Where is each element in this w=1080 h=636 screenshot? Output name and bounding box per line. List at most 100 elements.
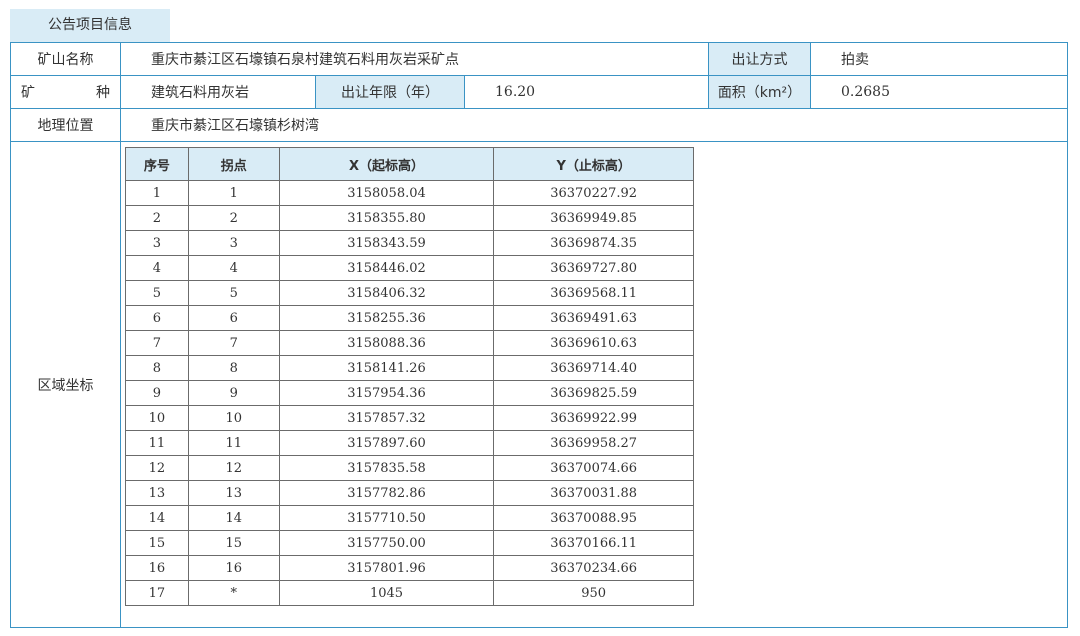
- cell-x: 3158446.02: [278, 255, 495, 281]
- cell-x: 3158255.36: [278, 305, 495, 331]
- table-row: 2 2 3158355.80 36369949.85: [125, 205, 694, 231]
- cell-x: 3157897.60: [278, 430, 495, 456]
- cell-y: 950: [493, 580, 694, 606]
- table-row: 8 8 3158141.26 36369714.40: [125, 355, 694, 381]
- term-label: 出让年限（年）: [316, 76, 464, 108]
- table-row: 12 12 3157835.58 36370074.66: [125, 455, 694, 481]
- cell-x: 3158343.59: [278, 230, 495, 256]
- cell-index: 17: [125, 580, 189, 606]
- cell-point: 5: [187, 280, 280, 306]
- tab-project-info[interactable]: 公告项目信息: [10, 9, 170, 42]
- header-point: 拐点: [187, 147, 280, 181]
- cell-y: 36370031.88: [493, 480, 694, 506]
- cell-y: 36369610.63: [493, 330, 694, 356]
- header-index: 序号: [125, 147, 189, 181]
- header-x: X（起标高）: [278, 147, 495, 181]
- mineral-label-part-a: 矿: [21, 85, 35, 101]
- table-row: 7 7 3158088.36 36369610.63: [125, 330, 694, 356]
- cell-point: 1: [187, 180, 280, 206]
- table-row: 16 16 3157801.96 36370234.66: [125, 555, 694, 581]
- cell-y: 36369922.99: [493, 405, 694, 431]
- cell-point: 7: [187, 330, 280, 356]
- cell-point: 6: [187, 305, 280, 331]
- cell-x: 1045: [278, 580, 495, 606]
- coords-body: 1 1 3158058.04 36370227.92 2 2 3158355.80 36369…: [125, 180, 694, 606]
- mine-name-value: 重庆市綦江区石壕镇石泉村建筑石料用灰岩采矿点: [151, 52, 459, 68]
- table-row: 11 11 3157897.60 36369958.27: [125, 430, 694, 456]
- cell-index: 1: [125, 180, 189, 206]
- cell-point: 3: [187, 230, 280, 256]
- table-row: 13 13 3157782.86 36370031.88: [125, 480, 694, 506]
- coords-header-row: 序号 拐点 X（起标高） Y（止标高）: [125, 147, 694, 181]
- cell-y: 36369825.59: [493, 380, 694, 406]
- cell-x: 3157801.96: [278, 555, 495, 581]
- cell-y: 36370074.66: [493, 455, 694, 481]
- cell-point: 12: [187, 455, 280, 481]
- cell-index: 5: [125, 280, 189, 306]
- cell-x: 3157857.32: [278, 405, 495, 431]
- location-value: 重庆市綦江区石壕镇杉树湾: [151, 118, 319, 134]
- cell-x: 3157954.36: [278, 380, 495, 406]
- cell-index: 9: [125, 380, 189, 406]
- cell-y: 36369874.35: [493, 230, 694, 256]
- cell-point: 4: [187, 255, 280, 281]
- header-y: Y（止标高）: [493, 147, 694, 181]
- table-row: 6 6 3158255.36 36369491.63: [125, 305, 694, 331]
- cell-point: 11: [187, 430, 280, 456]
- area-value: 0.2685: [841, 84, 890, 100]
- cell-point: 13: [187, 480, 280, 506]
- cell-index: 15: [125, 530, 189, 556]
- cell-index: 2: [125, 205, 189, 231]
- cell-x: 3158058.04: [278, 180, 495, 206]
- table-row: 4 4 3158446.02 36369727.80: [125, 255, 694, 281]
- cell-index: 11: [125, 430, 189, 456]
- mineral-type-label: 矿 种: [11, 76, 120, 108]
- cell-y: 36369727.80: [493, 255, 694, 281]
- cell-x: 3158355.80: [278, 205, 495, 231]
- cell-point: 8: [187, 355, 280, 381]
- cell-index: 3: [125, 230, 189, 256]
- table-row: 1 1 3158058.04 36370227.92: [125, 180, 694, 206]
- location-label: 地理位置: [37, 118, 94, 134]
- table-row: 15 15 3157750.00 36370166.11: [125, 530, 694, 556]
- table-row: 14 14 3157710.50 36370088.95: [125, 505, 694, 531]
- cell-y: 36369714.40: [493, 355, 694, 381]
- cell-point: 2: [187, 205, 280, 231]
- cell-x: 3158141.26: [278, 355, 495, 381]
- cell-x: 3157750.00: [278, 530, 495, 556]
- cell-index: 8: [125, 355, 189, 381]
- table-row: 17 * 1045 950: [125, 580, 694, 606]
- cell-y: 36370166.11: [493, 530, 694, 556]
- row-divider: [10, 141, 1068, 142]
- cell-x: 3157782.86: [278, 480, 495, 506]
- mineral-label-part-b: 种: [96, 85, 110, 101]
- cell-point: *: [187, 580, 280, 606]
- table-row: 10 10 3157857.32 36369922.99: [125, 405, 694, 431]
- cell-x: 3157835.58: [278, 455, 495, 481]
- transfer-method-label: 出让方式: [709, 43, 810, 75]
- cell-point: 16: [187, 555, 280, 581]
- cell-point: 15: [187, 530, 280, 556]
- coordinates-table: 序号 拐点 X（起标高） Y（止标高） 1 1 3158058.04 36370227…: [125, 147, 694, 606]
- mineral-type-value: 建筑石料用灰岩: [151, 85, 249, 101]
- transfer-method-value: 拍卖: [841, 52, 869, 68]
- area-label: 面积（km²）: [709, 76, 810, 108]
- table-row: 5 5 3158406.32 36369568.11: [125, 280, 694, 306]
- cell-x: 3158088.36: [278, 330, 495, 356]
- cell-index: 16: [125, 555, 189, 581]
- cell-x: 3158406.32: [278, 280, 495, 306]
- cell-index: 7: [125, 330, 189, 356]
- cell-point: 14: [187, 505, 280, 531]
- coords-label: 区域坐标: [37, 377, 94, 394]
- cell-y: 36369949.85: [493, 205, 694, 231]
- cell-point: 10: [187, 405, 280, 431]
- cell-y: 36370227.92: [493, 180, 694, 206]
- cell-index: 6: [125, 305, 189, 331]
- cell-y: 36369958.27: [493, 430, 694, 456]
- cell-x: 3157710.50: [278, 505, 495, 531]
- cell-point: 9: [187, 380, 280, 406]
- cell-y: 36370088.95: [493, 505, 694, 531]
- cell-index: 13: [125, 480, 189, 506]
- cell-y: 36369491.63: [493, 305, 694, 331]
- cell-y: 36369568.11: [493, 280, 694, 306]
